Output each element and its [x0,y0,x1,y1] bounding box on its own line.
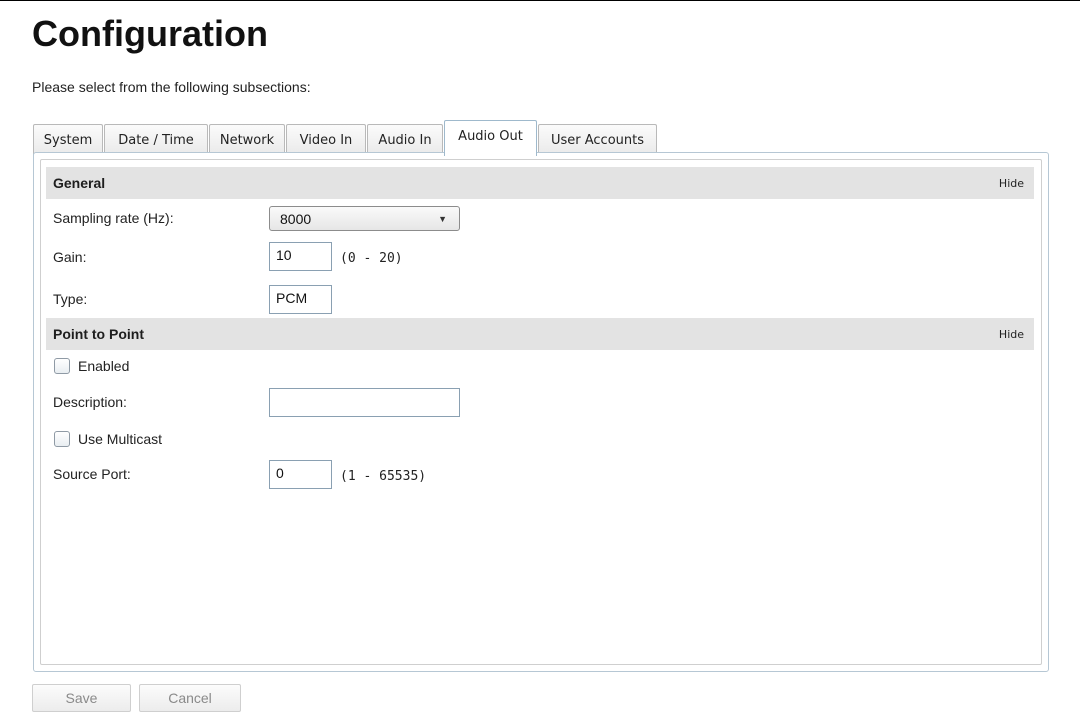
sampling-rate-label: Sampling rate (Hz): [53,210,174,226]
source-port-range-hint: (1 - 65535) [340,469,427,484]
general-section-title: General [53,175,106,191]
sampling-rate-value: 8000 [280,210,312,227]
type-field: PCM [269,285,332,314]
save-button[interactable]: Save [32,684,131,712]
chevron-down-icon: ▼ [438,213,447,224]
gain-label: Gain: [53,249,87,265]
settings-panel-inner [40,159,1042,665]
source-port-input[interactable]: 0 [269,460,332,489]
use-multicast-label[interactable]: Use Multicast [78,431,162,447]
description-input[interactable] [269,388,460,417]
gain-range-hint: (0 - 20) [340,251,403,266]
enabled-label[interactable]: Enabled [78,358,129,374]
tab-audio-out[interactable]: Audio Out [444,120,537,156]
general-hide-link[interactable]: Hide [999,177,1024,190]
p2p-hide-link[interactable]: Hide [999,328,1024,341]
description-label: Description: [53,394,127,410]
sampling-rate-select[interactable]: 8000 ▼ [269,206,460,231]
cancel-button[interactable]: Cancel [139,684,241,712]
p2p-section-header: Point to Point Hide [46,318,1034,350]
p2p-section-title: Point to Point [53,326,144,342]
intro-text: Please select from the following subsect… [32,79,311,95]
type-label: Type: [53,291,88,307]
source-port-label: Source Port: [53,466,131,482]
gain-input[interactable]: 10 [269,242,332,271]
settings-panel [33,152,1049,672]
enabled-checkbox[interactable] [54,358,70,374]
page-title: Configuration [32,13,268,54]
use-multicast-checkbox[interactable] [54,431,70,447]
tab-bar: System Date / Time Network Video In Audi… [33,120,658,156]
general-section-header: General Hide [46,167,1034,199]
